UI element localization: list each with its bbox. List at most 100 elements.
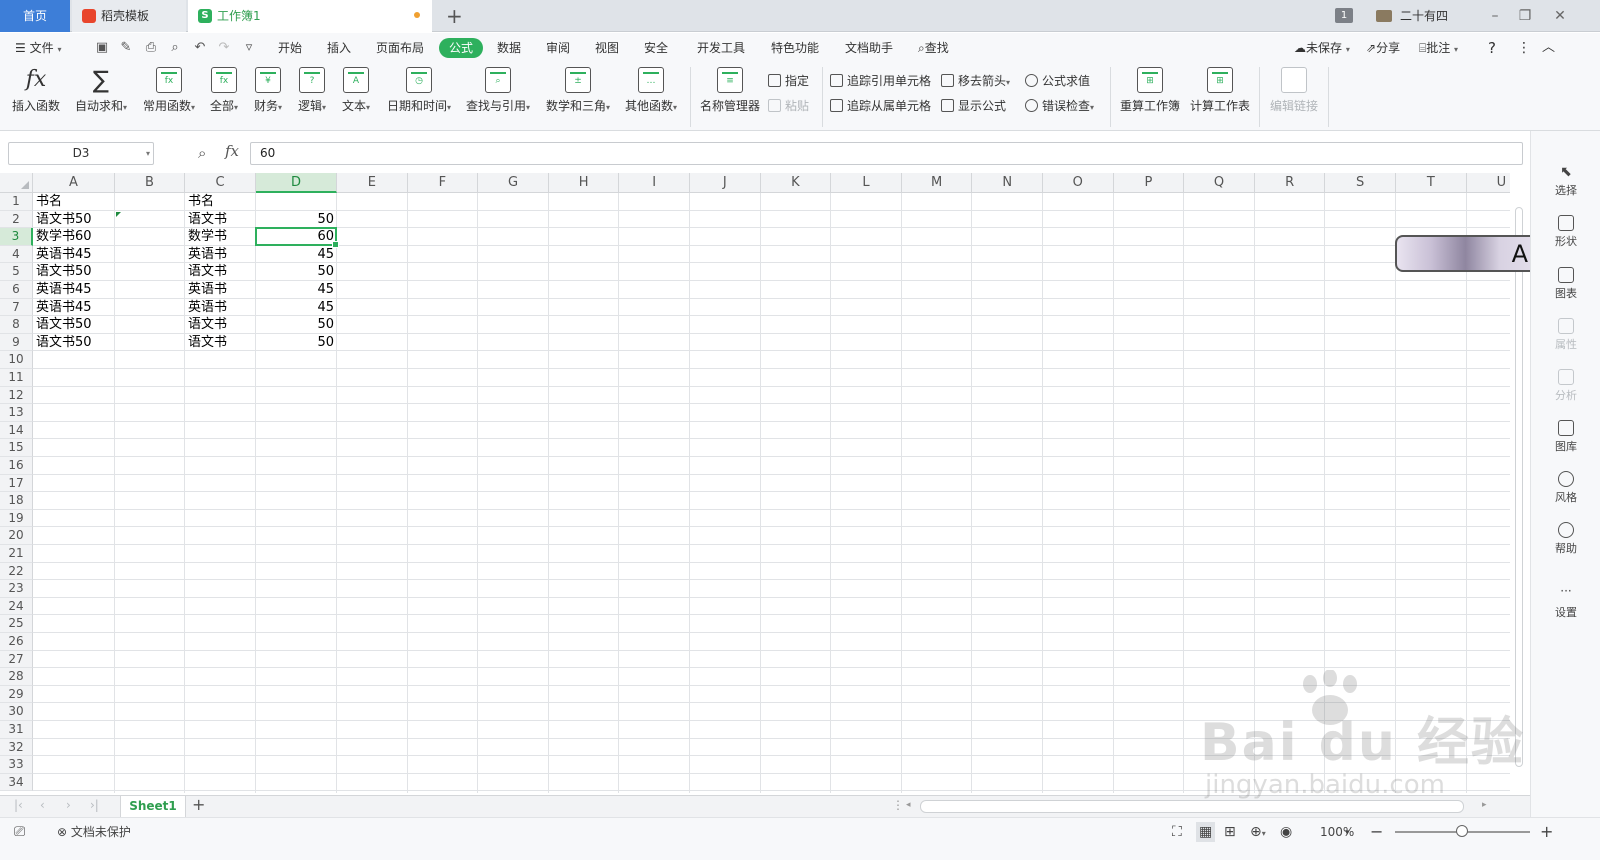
prev-sheet-icon[interactable]: ‹	[40, 798, 45, 812]
panel-chart[interactable]: 图表	[1531, 267, 1600, 301]
column-header-G[interactable]: G	[478, 173, 549, 193]
column-header-N[interactable]: N	[972, 173, 1043, 193]
cell-C6[interactable]: 英语书	[185, 281, 256, 299]
row-header-20[interactable]: 20	[0, 527, 33, 545]
column-header-O[interactable]: O	[1043, 173, 1114, 193]
print-icon[interactable]: ⎙	[143, 40, 159, 56]
cell-A1[interactable]: 书名	[33, 193, 115, 211]
cell-A4[interactable]: 英语书45	[33, 246, 115, 264]
cell-D7[interactable]: 45	[256, 299, 337, 317]
row-header-12[interactable]: 12	[0, 386, 33, 405]
row-header-28[interactable]: 28	[0, 668, 33, 686]
cell-A5[interactable]: 语文书50	[33, 263, 115, 281]
column-header-I[interactable]: I	[619, 173, 690, 193]
last-sheet-icon[interactable]: ›|	[90, 798, 99, 812]
error-check-button[interactable]: 错误检查▾	[1025, 98, 1094, 116]
row-header-30[interactable]: 30	[0, 703, 33, 721]
row-header-13[interactable]: 13	[0, 404, 33, 422]
row-header-14[interactable]: 14	[0, 421, 33, 440]
calc-sheet-button[interactable]: ⊞ 计算工作表	[1188, 67, 1252, 114]
row-header-25[interactable]: 25	[0, 615, 33, 633]
other-functions-button[interactable]: … 其他函数▾	[622, 67, 680, 114]
autosum-button[interactable]: ∑ 自动求和▾	[72, 67, 130, 114]
page-break-view-icon[interactable]: ⊞	[1224, 822, 1236, 842]
row-header-22[interactable]: 22	[0, 562, 33, 581]
window-count-badge[interactable]: 1	[1335, 8, 1353, 23]
cell-D4[interactable]: 45	[256, 246, 337, 264]
close-button[interactable]: ✕	[1545, 0, 1575, 32]
row-header-21[interactable]: 21	[0, 545, 33, 563]
row-header-1[interactable]: 1	[0, 193, 33, 211]
error-indicator-icon[interactable]	[116, 211, 121, 217]
menu-review[interactable]: 审阅	[546, 33, 570, 63]
scroll-left-icon[interactable]: ◂	[906, 800, 911, 810]
column-header-C[interactable]: C	[185, 173, 256, 193]
avatar[interactable]	[1376, 10, 1392, 22]
row-header-9[interactable]: 9	[0, 333, 33, 352]
tab-workbook[interactable]: S 工作簿1	[188, 0, 432, 32]
cell-C7[interactable]: 英语书	[185, 299, 256, 317]
row-header-8[interactable]: 8	[0, 316, 33, 334]
next-sheet-icon[interactable]: ›	[66, 798, 71, 812]
column-header-E[interactable]: E	[337, 173, 408, 193]
add-sheet-button[interactable]: +	[192, 795, 205, 814]
cell-C4[interactable]: 英语书	[185, 246, 256, 264]
row-header-26[interactable]: 26	[0, 633, 33, 651]
menu-formula[interactable]: 公式	[439, 38, 484, 58]
column-header-D[interactable]: D	[256, 173, 337, 193]
menu-data[interactable]: 数据	[497, 33, 521, 63]
text-functions-button[interactable]: A 文本▾	[338, 67, 374, 114]
panel-gallery[interactable]: 图库	[1531, 420, 1600, 454]
column-header-R[interactable]: R	[1254, 173, 1326, 193]
menu-security[interactable]: 安全	[644, 33, 668, 63]
math-trig-button[interactable]: ± 数学和三角▾	[542, 67, 614, 114]
cell-D6[interactable]: 45	[256, 281, 337, 299]
row-header-32[interactable]: 32	[0, 738, 33, 757]
column-header-H[interactable]: H	[548, 173, 620, 193]
cell-A7[interactable]: 英语书45	[33, 299, 115, 317]
row-header-33[interactable]: 33	[0, 756, 33, 774]
redo-icon[interactable]: ↷	[216, 40, 232, 56]
column-header-P[interactable]: P	[1113, 173, 1185, 193]
column-header-Q[interactable]: Q	[1184, 173, 1255, 193]
help-icon[interactable]: ?	[1488, 33, 1496, 63]
column-header-J[interactable]: J	[690, 173, 761, 193]
normal-view-icon[interactable]: ▦	[1196, 822, 1216, 842]
menu-start[interactable]: 开始	[278, 33, 302, 63]
row-header-11[interactable]: 11	[0, 369, 33, 387]
row-header-4[interactable]: 4	[0, 245, 33, 264]
row-header-24[interactable]: 24	[0, 597, 33, 616]
active-cell-selection[interactable]	[255, 227, 339, 248]
minimize-button[interactable]: –	[1480, 0, 1510, 32]
menu-features[interactable]: 特色功能	[771, 33, 819, 63]
zoom-out-button[interactable]: −	[1370, 822, 1383, 842]
comment-button[interactable]: ⌸批注 ▾	[1419, 33, 1458, 65]
cell-A3[interactable]: 数学书60	[33, 228, 115, 246]
select-all-corner[interactable]	[0, 173, 33, 193]
row-header-19[interactable]: 19	[0, 509, 33, 528]
column-header-M[interactable]: M	[901, 173, 973, 193]
function-icon[interactable]: fx	[225, 142, 239, 160]
more-icon[interactable]: ⋮	[1517, 33, 1531, 63]
print-preview-icon[interactable]: ⌕	[167, 40, 183, 56]
column-header-A[interactable]: A	[33, 173, 115, 193]
row-header-23[interactable]: 23	[0, 580, 33, 598]
remove-arrows-button[interactable]: 移去箭头▾	[941, 73, 1010, 91]
row-header-6[interactable]: 6	[0, 281, 33, 299]
recalc-workbook-button[interactable]: ⊞ 重算工作簿	[1118, 67, 1182, 114]
trace-precedents-button[interactable]: 追踪引用单元格	[830, 73, 931, 89]
row-header-29[interactable]: 29	[0, 685, 33, 704]
cell-D2[interactable]: 50	[256, 211, 337, 229]
row-header-18[interactable]: 18	[0, 492, 33, 510]
user-name[interactable]: 二十有四	[1400, 0, 1448, 32]
menu-insert[interactable]: 插入	[327, 33, 351, 63]
zoom-in-button[interactable]: +	[1540, 822, 1553, 842]
lookup-button[interactable]: ⌕ 查找与引用▾	[462, 67, 534, 114]
column-header-L[interactable]: L	[831, 173, 902, 193]
cell-C5[interactable]: 语文书	[185, 263, 256, 281]
first-sheet-icon[interactable]: |‹	[14, 798, 23, 812]
panel-help[interactable]: 帮助	[1531, 522, 1600, 556]
tab-home[interactable]: 首页	[0, 0, 70, 32]
finance-button[interactable]: ¥ 财务▾	[250, 67, 286, 114]
row-header-15[interactable]: 15	[0, 439, 33, 457]
